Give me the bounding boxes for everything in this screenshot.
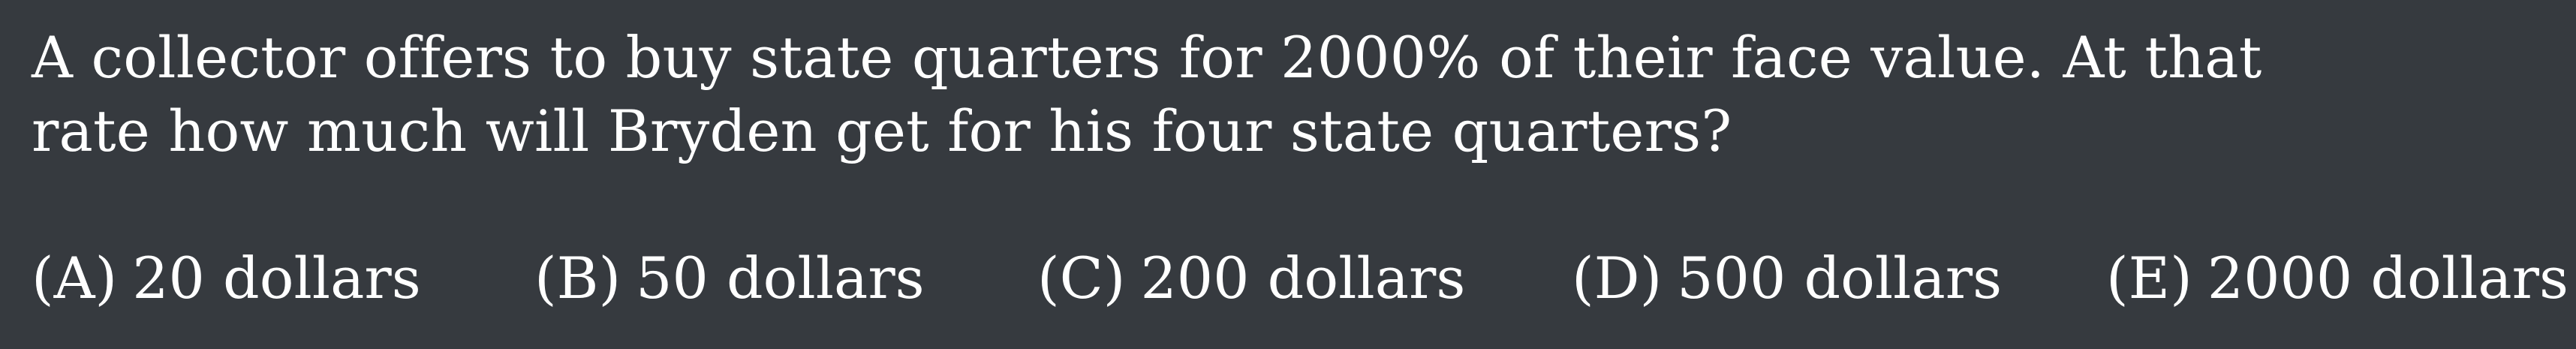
choice-b: (B) 50 dollars bbox=[534, 242, 925, 315]
choice-d-text: 500 dollars bbox=[1677, 245, 2003, 311]
choice-b-text: 50 dollars bbox=[636, 245, 925, 311]
choice-e: (E) 2000 dollars bbox=[2106, 242, 2568, 315]
choice-a-letter: (A) bbox=[32, 245, 118, 311]
choice-c-text: 200 dollars bbox=[1140, 245, 1466, 311]
choice-e-text: 2000 dollars bbox=[2207, 245, 2569, 311]
choice-d: (D) 500 dollars bbox=[1572, 242, 2002, 315]
question-line-2: rate how much will Bryden get for his fo… bbox=[32, 98, 1732, 164]
answer-choices: (A) 20 dollars (B) 50 dollars (C) 200 dolla… bbox=[0, 242, 2576, 324]
choice-e-letter: (E) bbox=[2106, 245, 2192, 311]
choice-a-text: 20 dollars bbox=[132, 245, 421, 311]
choice-c: (C) 200 dollars bbox=[1037, 242, 1465, 315]
question-line-1: A collector offers to buy state quarters… bbox=[32, 24, 2262, 91]
choice-b-letter: (B) bbox=[534, 245, 621, 311]
question-text: A collector offers to buy state quarters… bbox=[32, 21, 2508, 168]
choice-a: (A) 20 dollars bbox=[32, 242, 421, 315]
problem-page: A collector offers to buy state quarters… bbox=[0, 0, 2576, 349]
choice-d-letter: (D) bbox=[1572, 245, 1663, 311]
choice-c-letter: (C) bbox=[1037, 245, 1126, 311]
